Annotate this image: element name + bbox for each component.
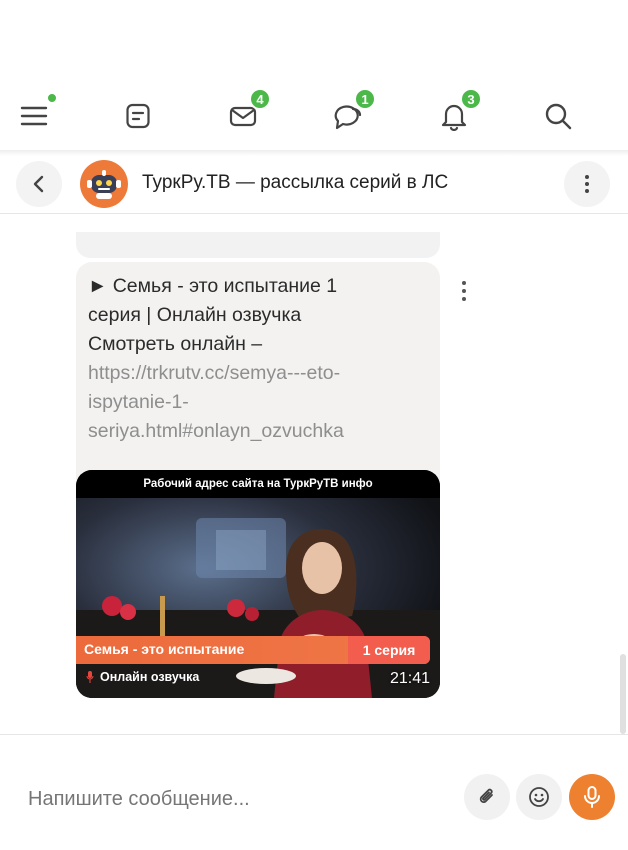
menu-indicator-dot (46, 92, 58, 104)
mail-badge: 4 (249, 88, 271, 110)
voice-message-button[interactable] (569, 774, 615, 820)
chats-button[interactable]: 1 (324, 84, 376, 148)
microphone-icon (86, 671, 94, 683)
message-link[interactable]: https://trkrutv.cc/semya---eto- ispytani… (88, 359, 418, 446)
paperclip-icon (479, 788, 493, 803)
message-line: Смотреть онлайн – (88, 333, 263, 355)
video-duration: 21:41 (389, 670, 430, 687)
scrollbar-thumb[interactable] (620, 654, 626, 734)
search-button[interactable] (534, 84, 582, 148)
top-navigation: 4 1 3 (0, 84, 628, 148)
more-vertical-icon (585, 175, 589, 193)
message-input[interactable] (16, 775, 446, 823)
more-vertical-icon-dot (462, 297, 466, 301)
more-vertical-icon (462, 281, 466, 285)
chat-avatar[interactable] (80, 160, 128, 208)
chevron-left-icon (33, 175, 44, 193)
chat-title: ТуркРу.ТВ — рассылка серий в ЛС (142, 172, 449, 193)
smiley-icon (529, 787, 549, 807)
message-bubble: ► Семья - это испытание 1 серия | Онлайн… (76, 262, 440, 698)
back-button[interactable] (16, 161, 62, 207)
hamburger-icon (20, 106, 48, 126)
notifications-button[interactable]: 3 (430, 84, 482, 148)
message-link-line: https://trkrutv.cc/semya---eto- (88, 362, 341, 384)
video-preview[interactable]: Рабочий адрес сайта на ТуркРуТВ инфо Сем… (76, 470, 440, 698)
video-top-caption: Рабочий адрес сайта на ТуркРуТВ инфо (76, 470, 440, 498)
message-composer (0, 734, 628, 850)
video-show-title: Семья - это испытание (84, 641, 245, 657)
mail-button[interactable]: 4 (219, 84, 271, 148)
video-title-band: Семья - это испытание 1 серия (76, 636, 430, 664)
chats-badge: 1 (354, 88, 376, 110)
chat-header: ТуркРу.ТВ — рассылка серий в ЛС (0, 156, 628, 214)
video-dub-label: Онлайн озвучка (86, 670, 199, 684)
message-link-line: seriya.html#onlayn_ozvuchka (88, 420, 344, 442)
message-more-button[interactable] (452, 276, 476, 306)
robot-icon (87, 170, 121, 199)
search-icon (545, 103, 572, 130)
message-list[interactable]: ► Семья - это испытание 1 серия | Онлайн… (0, 214, 628, 734)
video-thumbnail-image (76, 498, 440, 698)
microphone-icon (584, 786, 600, 808)
attach-button[interactable] (464, 774, 510, 820)
video-dub-text: Онлайн озвучка (100, 670, 200, 684)
message-link-line: ispytanie-1- (88, 391, 189, 413)
chat-options-button[interactable] (564, 161, 610, 207)
notes-button[interactable] (114, 84, 162, 148)
message-text: ► Семья - это испытание 1 серия | Онлайн… (88, 272, 418, 446)
emoji-button[interactable] (516, 774, 562, 820)
menu-button[interactable] (10, 84, 58, 148)
more-vertical-icon-dot (462, 289, 466, 293)
message-line: серия | Онлайн озвучка (88, 304, 302, 326)
note-icon (126, 103, 150, 129)
video-episode-label: 1 серия (348, 636, 430, 664)
notifications-badge: 3 (460, 88, 482, 110)
message-line: ► Семья - это испытание 1 (88, 275, 338, 297)
previous-message-bubble (76, 232, 440, 258)
